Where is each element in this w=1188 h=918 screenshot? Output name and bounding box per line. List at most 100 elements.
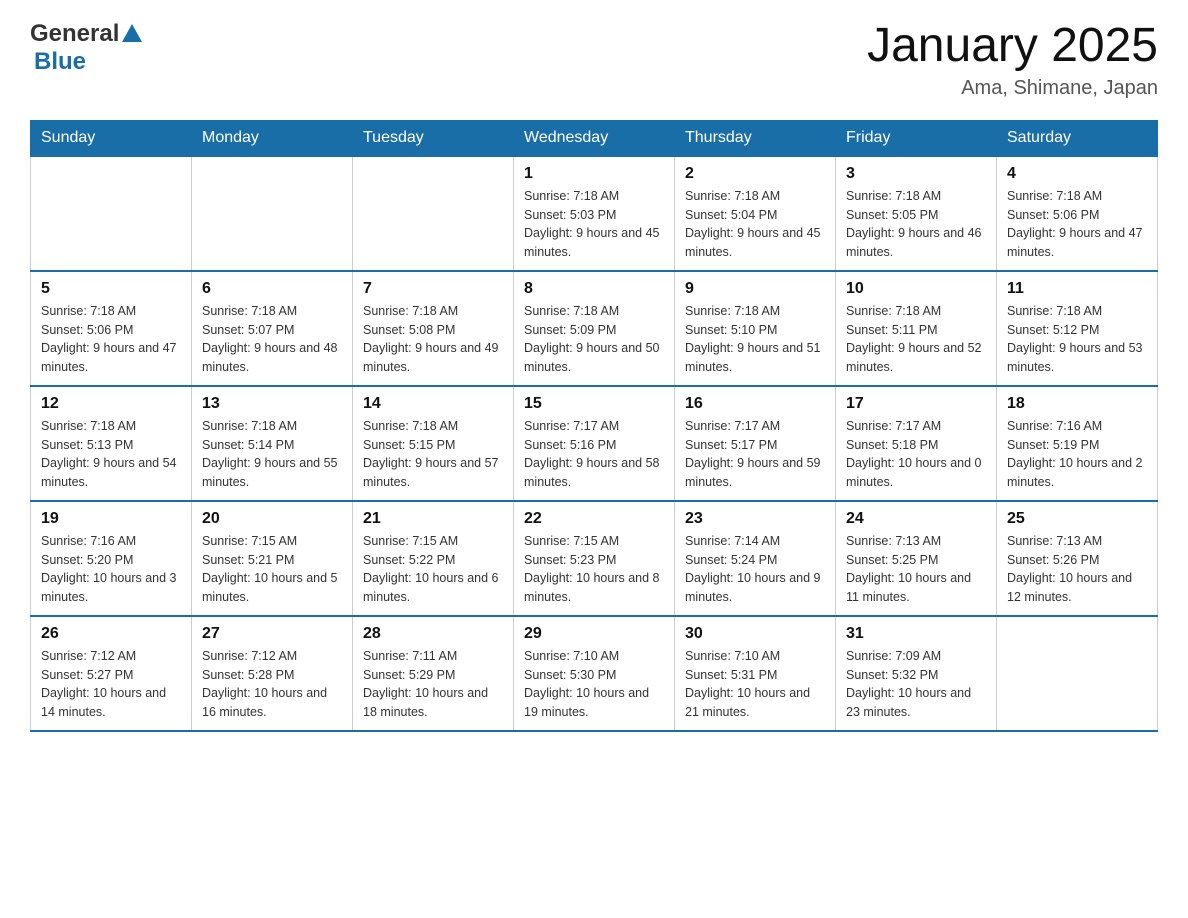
day-info: Sunrise: 7:18 AMSunset: 5:06 PMDaylight:… bbox=[1007, 187, 1147, 262]
day-info: Sunrise: 7:18 AMSunset: 5:10 PMDaylight:… bbox=[685, 302, 825, 377]
calendar-cell: 14Sunrise: 7:18 AMSunset: 5:15 PMDayligh… bbox=[353, 386, 514, 501]
calendar-cell: 12 Sunrise: 7:18 AMSunset: 5:13 PMDayligh… bbox=[31, 386, 192, 501]
day-info: Sunrise: 7:10 AMSunset: 5:30 PMDaylight:… bbox=[524, 647, 664, 722]
location: Ama, Shimane, Japan bbox=[867, 77, 1158, 100]
calendar-cell: 10 Sunrise: 7:18 AMSunset: 5:11 PMDayligh… bbox=[836, 271, 997, 386]
calendar-cell: 18 Sunrise: 7:16 AMSunset: 5:19 PMDayligh… bbox=[997, 386, 1158, 501]
day-number: 18 bbox=[1007, 395, 1147, 413]
calendar-table: SundayMondayTuesdayWednesdayThursdayFrid… bbox=[30, 120, 1158, 732]
calendar-cell: 27 Sunrise: 7:12 AMSunset: 5:28 PMDayligh… bbox=[192, 616, 353, 731]
day-number: 23 bbox=[685, 510, 825, 528]
day-number: 29 bbox=[524, 625, 664, 643]
day-number: 21 bbox=[363, 510, 503, 528]
calendar-cell: 17 Sunrise: 7:17 AMSunset: 5:18 PMDayligh… bbox=[836, 386, 997, 501]
day-number: 13 bbox=[202, 395, 342, 413]
day-info: Sunrise: 7:18 AMSunset: 5:05 PMDaylight:… bbox=[846, 187, 986, 262]
calendar-cell: 3 Sunrise: 7:18 AMSunset: 5:05 PMDaylight… bbox=[836, 156, 997, 271]
calendar-cell: 7Sunrise: 7:18 AMSunset: 5:08 PMDaylight… bbox=[353, 271, 514, 386]
calendar-cell: 31Sunrise: 7:09 AMSunset: 5:32 PMDayligh… bbox=[836, 616, 997, 731]
day-number: 10 bbox=[846, 280, 986, 298]
calendar-cell: 11Sunrise: 7:18 AMSunset: 5:12 PMDayligh… bbox=[997, 271, 1158, 386]
day-header-tuesday: Tuesday bbox=[353, 120, 514, 156]
day-info: Sunrise: 7:15 AMSunset: 5:23 PMDaylight:… bbox=[524, 532, 664, 607]
day-header-sunday: Sunday bbox=[31, 120, 192, 156]
day-info: Sunrise: 7:18 AMSunset: 5:06 PMDaylight:… bbox=[41, 302, 181, 377]
calendar-cell: 13 Sunrise: 7:18 AMSunset: 5:14 PMDayligh… bbox=[192, 386, 353, 501]
calendar-week-1: 5 Sunrise: 7:18 AMSunset: 5:06 PMDaylight… bbox=[31, 271, 1158, 386]
day-header-friday: Friday bbox=[836, 120, 997, 156]
calendar-cell bbox=[192, 156, 353, 271]
day-number: 11 bbox=[1007, 280, 1147, 298]
calendar-week-3: 19Sunrise: 7:16 AMSunset: 5:20 PMDayligh… bbox=[31, 501, 1158, 616]
day-info: Sunrise: 7:11 AMSunset: 5:29 PMDaylight:… bbox=[363, 647, 503, 722]
calendar-cell: 20 Sunrise: 7:15 AMSunset: 5:21 PMDayligh… bbox=[192, 501, 353, 616]
day-info: Sunrise: 7:18 AMSunset: 5:11 PMDaylight:… bbox=[846, 302, 986, 377]
logo-blue-text: Blue bbox=[34, 48, 86, 75]
calendar-cell: 30 Sunrise: 7:10 AMSunset: 5:31 PMDayligh… bbox=[675, 616, 836, 731]
day-info: Sunrise: 7:18 AMSunset: 5:07 PMDaylight:… bbox=[202, 302, 342, 377]
day-number: 3 bbox=[846, 165, 986, 183]
logo-general-text: General bbox=[30, 20, 119, 48]
day-info: Sunrise: 7:16 AMSunset: 5:19 PMDaylight:… bbox=[1007, 417, 1147, 492]
calendar-cell: 9 Sunrise: 7:18 AMSunset: 5:10 PMDaylight… bbox=[675, 271, 836, 386]
day-info: Sunrise: 7:18 AMSunset: 5:09 PMDaylight:… bbox=[524, 302, 664, 377]
day-info: Sunrise: 7:18 AMSunset: 5:03 PMDaylight:… bbox=[524, 187, 664, 262]
day-number: 9 bbox=[685, 280, 825, 298]
day-number: 5 bbox=[41, 280, 181, 298]
day-info: Sunrise: 7:18 AMSunset: 5:08 PMDaylight:… bbox=[363, 302, 503, 377]
calendar-cell: 15Sunrise: 7:17 AMSunset: 5:16 PMDayligh… bbox=[514, 386, 675, 501]
day-number: 27 bbox=[202, 625, 342, 643]
logo: General Blue bbox=[30, 20, 142, 76]
day-number: 30 bbox=[685, 625, 825, 643]
day-number: 26 bbox=[41, 625, 181, 643]
day-info: Sunrise: 7:10 AMSunset: 5:31 PMDaylight:… bbox=[685, 647, 825, 722]
day-number: 2 bbox=[685, 165, 825, 183]
day-info: Sunrise: 7:17 AMSunset: 5:16 PMDaylight:… bbox=[524, 417, 664, 492]
day-info: Sunrise: 7:17 AMSunset: 5:18 PMDaylight:… bbox=[846, 417, 986, 492]
calendar-cell bbox=[31, 156, 192, 271]
calendar-week-0: 1 Sunrise: 7:18 AMSunset: 5:03 PMDaylight… bbox=[31, 156, 1158, 271]
day-info: Sunrise: 7:16 AMSunset: 5:20 PMDaylight:… bbox=[41, 532, 181, 607]
day-info: Sunrise: 7:14 AMSunset: 5:24 PMDaylight:… bbox=[685, 532, 825, 607]
calendar-cell: 21Sunrise: 7:15 AMSunset: 5:22 PMDayligh… bbox=[353, 501, 514, 616]
calendar-cell: 16 Sunrise: 7:17 AMSunset: 5:17 PMDayligh… bbox=[675, 386, 836, 501]
day-number: 28 bbox=[363, 625, 503, 643]
calendar-cell: 23 Sunrise: 7:14 AMSunset: 5:24 PMDayligh… bbox=[675, 501, 836, 616]
calendar-cell: 4 Sunrise: 7:18 AMSunset: 5:06 PMDaylight… bbox=[997, 156, 1158, 271]
day-info: Sunrise: 7:18 AMSunset: 5:14 PMDaylight:… bbox=[202, 417, 342, 492]
calendar-week-2: 12 Sunrise: 7:18 AMSunset: 5:13 PMDayligh… bbox=[31, 386, 1158, 501]
day-info: Sunrise: 7:18 AMSunset: 5:04 PMDaylight:… bbox=[685, 187, 825, 262]
day-header-saturday: Saturday bbox=[997, 120, 1158, 156]
day-number: 24 bbox=[846, 510, 986, 528]
day-number: 4 bbox=[1007, 165, 1147, 183]
title-area: January 2025 Ama, Shimane, Japan bbox=[867, 20, 1158, 100]
calendar-cell: 19Sunrise: 7:16 AMSunset: 5:20 PMDayligh… bbox=[31, 501, 192, 616]
page-header: General Blue January 2025 Ama, Shimane, … bbox=[30, 20, 1158, 100]
calendar-cell: 26Sunrise: 7:12 AMSunset: 5:27 PMDayligh… bbox=[31, 616, 192, 731]
day-number: 12 bbox=[41, 395, 181, 413]
day-header-monday: Monday bbox=[192, 120, 353, 156]
day-number: 17 bbox=[846, 395, 986, 413]
calendar-cell bbox=[353, 156, 514, 271]
day-info: Sunrise: 7:17 AMSunset: 5:17 PMDaylight:… bbox=[685, 417, 825, 492]
calendar-cell: 6Sunrise: 7:18 AMSunset: 5:07 PMDaylight… bbox=[192, 271, 353, 386]
calendar-cell: 8 Sunrise: 7:18 AMSunset: 5:09 PMDaylight… bbox=[514, 271, 675, 386]
day-number: 25 bbox=[1007, 510, 1147, 528]
day-number: 14 bbox=[363, 395, 503, 413]
day-number: 16 bbox=[685, 395, 825, 413]
day-info: Sunrise: 7:18 AMSunset: 5:13 PMDaylight:… bbox=[41, 417, 181, 492]
calendar-cell: 25Sunrise: 7:13 AMSunset: 5:26 PMDayligh… bbox=[997, 501, 1158, 616]
day-number: 1 bbox=[524, 165, 664, 183]
day-header-thursday: Thursday bbox=[675, 120, 836, 156]
calendar-cell: 2 Sunrise: 7:18 AMSunset: 5:04 PMDaylight… bbox=[675, 156, 836, 271]
day-number: 20 bbox=[202, 510, 342, 528]
day-info: Sunrise: 7:12 AMSunset: 5:28 PMDaylight:… bbox=[202, 647, 342, 722]
calendar-cell: 29 Sunrise: 7:10 AMSunset: 5:30 PMDayligh… bbox=[514, 616, 675, 731]
calendar-cell: 1 Sunrise: 7:18 AMSunset: 5:03 PMDaylight… bbox=[514, 156, 675, 271]
day-info: Sunrise: 7:09 AMSunset: 5:32 PMDaylight:… bbox=[846, 647, 986, 722]
day-number: 8 bbox=[524, 280, 664, 298]
day-info: Sunrise: 7:15 AMSunset: 5:21 PMDaylight:… bbox=[202, 532, 342, 607]
day-header-wednesday: Wednesday bbox=[514, 120, 675, 156]
calendar-cell: 24 Sunrise: 7:13 AMSunset: 5:25 PMDayligh… bbox=[836, 501, 997, 616]
day-info: Sunrise: 7:13 AMSunset: 5:25 PMDaylight:… bbox=[846, 532, 986, 607]
